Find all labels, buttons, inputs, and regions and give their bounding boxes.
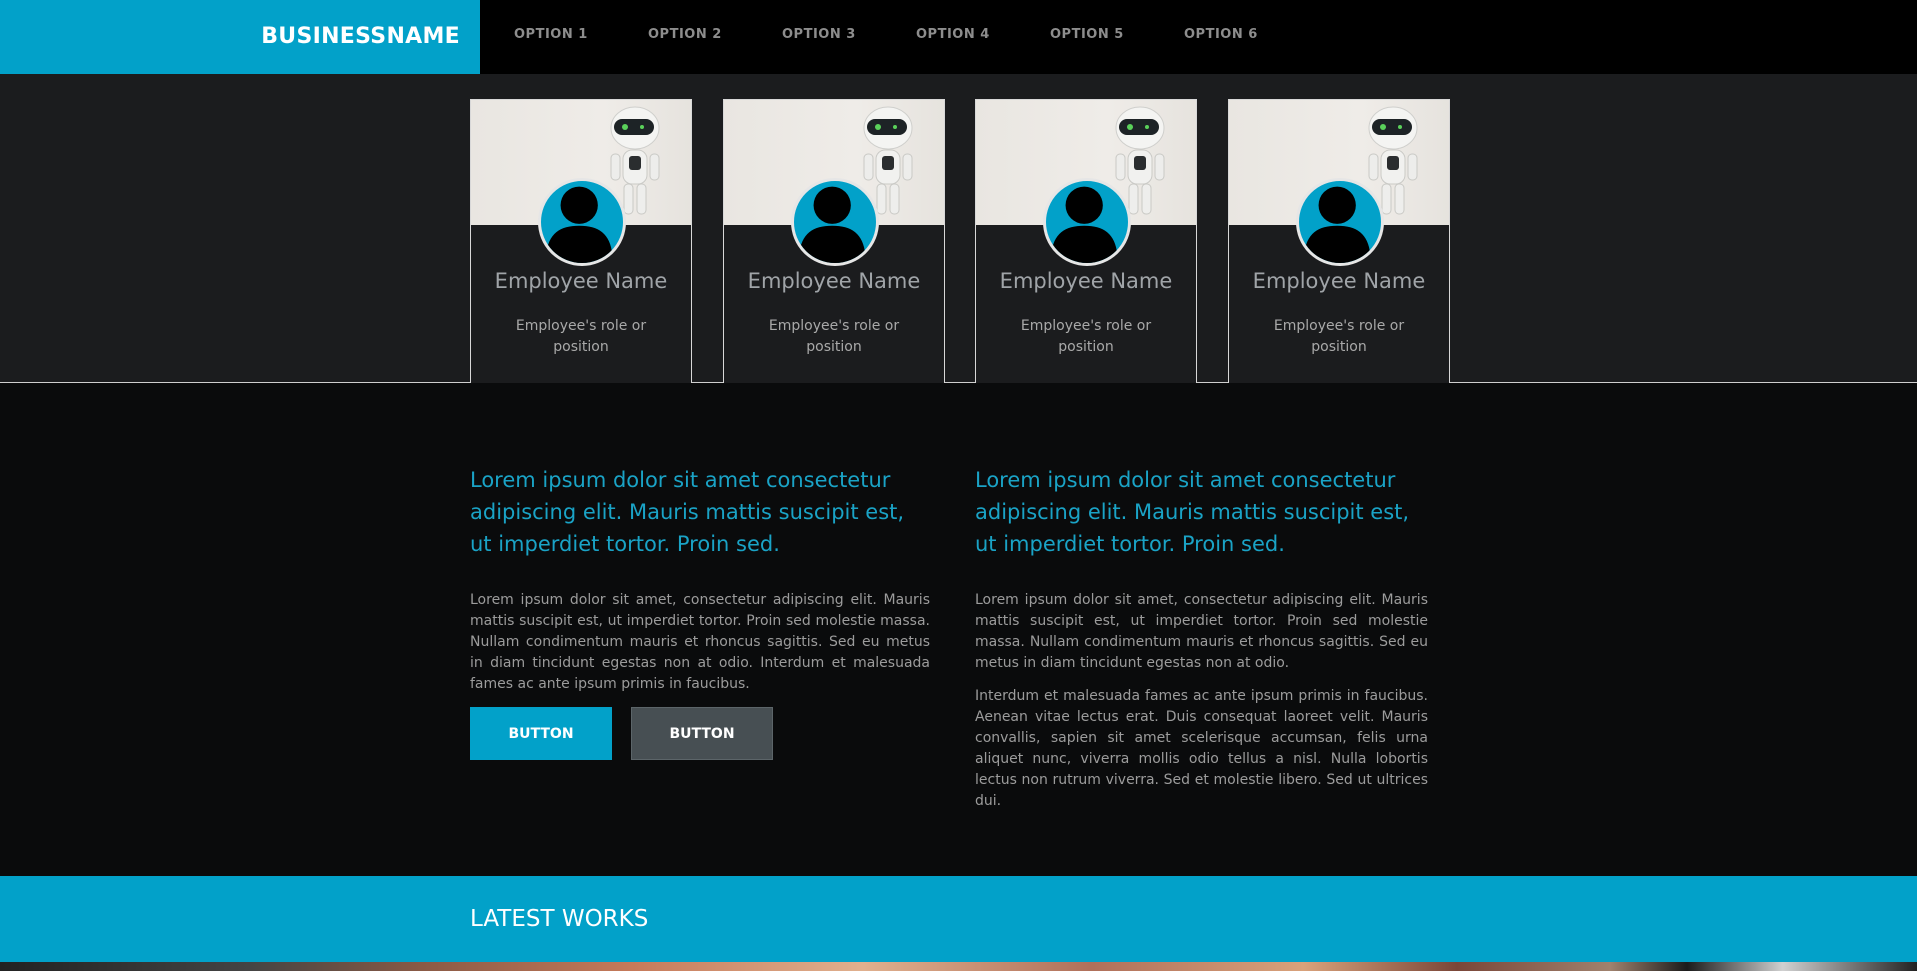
employee-card[interactable]: Employee Name Employee's role or positio… (723, 99, 945, 383)
brand-name[interactable]: BUSINESSNAME (261, 24, 460, 49)
brand-block[interactable]: BUSINESSNAME (0, 0, 480, 74)
nav-option-1[interactable]: OPTION 1 (514, 0, 648, 70)
right-column: Lorem ipsum dolor sit amet consectetur a… (975, 464, 1428, 824)
employee-card[interactable]: Employee Name Employee's role or positio… (1228, 99, 1450, 383)
latest-works-banner: LATEST WORKS (0, 876, 1917, 962)
site-header: BUSINESSNAME OPTION 1 OPTION 2 OPTION 3 … (0, 0, 1917, 74)
content-section: Lorem ipsum dolor sit amet consectetur a… (0, 383, 1917, 876)
employee-role: Employee's role or position (515, 318, 647, 355)
user-silhouette-icon (1296, 178, 1384, 266)
team-section: Employee Name Employee's role or positio… (0, 74, 1917, 383)
primary-button[interactable]: BUTTON (470, 707, 612, 760)
button-row: BUTTON BUTTON (470, 707, 930, 760)
employee-card[interactable]: Employee Name Employee's role or positio… (975, 99, 1197, 383)
right-paragraph-2: Interdum et malesuada fames ac ante ipsu… (975, 688, 1428, 809)
employee-role: Employee's role or position (1020, 318, 1152, 355)
secondary-button[interactable]: BUTTON (631, 707, 773, 760)
employee-name: Employee Name (1252, 269, 1426, 293)
employee-name: Employee Name (494, 269, 668, 293)
nav-option-4[interactable]: OPTION 4 (916, 0, 1050, 70)
employee-role: Employee's role or position (768, 318, 900, 355)
nav-option-5[interactable]: OPTION 5 (1050, 0, 1184, 70)
works-gallery-image[interactable] (0, 962, 1917, 971)
left-heading: Lorem ipsum dolor sit amet consectetur a… (470, 468, 905, 556)
nav-option-6[interactable]: OPTION 6 (1184, 0, 1318, 70)
user-silhouette-icon (791, 178, 879, 266)
nav-option-3[interactable]: OPTION 3 (782, 0, 916, 70)
employee-name: Employee Name (999, 269, 1173, 293)
latest-works-title: LATEST WORKS (470, 906, 649, 932)
left-column: Lorem ipsum dolor sit amet consectetur a… (470, 464, 930, 760)
employee-card[interactable]: Employee Name Employee's role or positio… (470, 99, 692, 383)
right-heading: Lorem ipsum dolor sit amet consectetur a… (975, 468, 1410, 556)
main-nav: OPTION 1 OPTION 2 OPTION 3 OPTION 4 OPTI… (514, 0, 1318, 74)
user-silhouette-icon (538, 178, 626, 266)
user-silhouette-icon (1043, 178, 1131, 266)
nav-option-2[interactable]: OPTION 2 (648, 0, 782, 70)
left-paragraph: Lorem ipsum dolor sit amet, consectetur … (470, 592, 930, 692)
right-paragraph-1: Lorem ipsum dolor sit amet, consectetur … (975, 592, 1428, 671)
employee-name: Employee Name (747, 269, 921, 293)
employee-role: Employee's role or position (1273, 318, 1405, 355)
